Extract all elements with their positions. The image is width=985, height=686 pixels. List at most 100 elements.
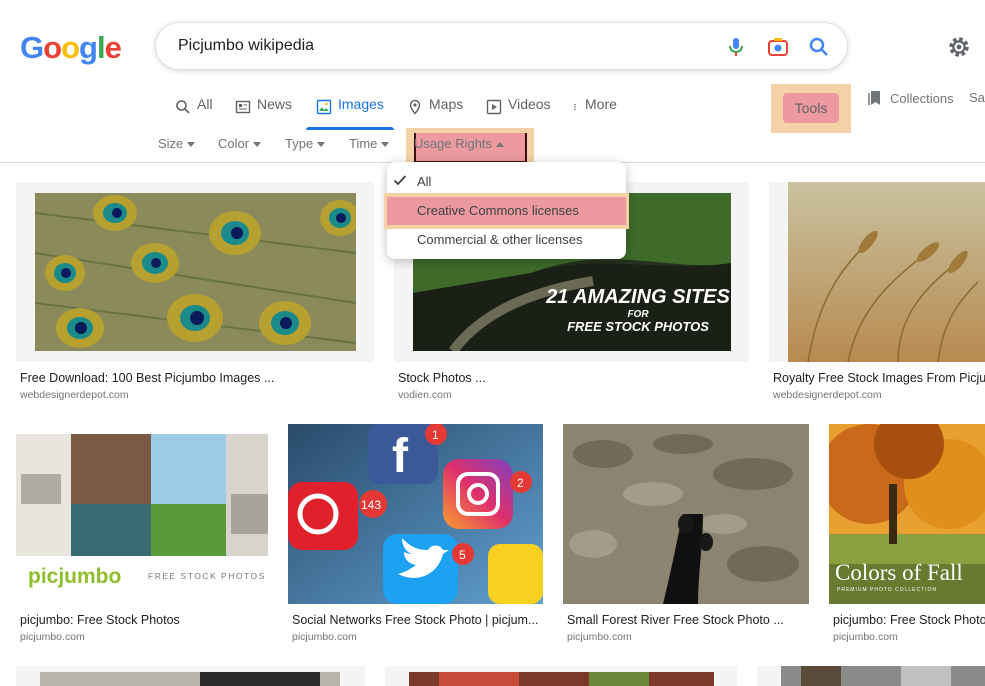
result-image-partial <box>781 666 985 686</box>
image-result[interactable] <box>16 666 365 686</box>
result-title[interactable]: Royalty Free Stock Images From Picjum <box>773 371 985 385</box>
search-icon[interactable] <box>807 35 831 59</box>
saved-link[interactable]: Sa <box>969 90 985 105</box>
filter-label: Usage Rights <box>414 136 493 151</box>
result-source[interactable]: webdesignerdepot.com <box>773 389 882 401</box>
play-icon <box>486 99 502 115</box>
filter-type[interactable]: Type <box>285 136 326 151</box>
result-source[interactable]: picjumbo.com <box>20 631 85 643</box>
filter-label: Color <box>218 136 250 151</box>
result-source[interactable]: picjumbo.com <box>833 631 898 643</box>
bookmark-icon <box>868 91 880 105</box>
overlay-text: picjumbo <box>28 565 121 588</box>
image-result[interactable] <box>563 424 809 604</box>
dropdown-option-commercial[interactable]: Commercial & other licenses <box>417 232 582 247</box>
collections-link[interactable]: Collections <box>868 90 954 106</box>
overlay-text: FREE STOCK PHOTOS <box>567 319 709 334</box>
tab-more[interactable]: More <box>571 96 617 130</box>
filter-label: Type <box>285 136 314 151</box>
image-result[interactable]: f 1 143 2 5 <box>288 424 543 604</box>
result-title[interactable]: Stock Photos ... <box>398 371 748 385</box>
image-result[interactable]: picjumbo FREE STOCK PHOTOS <box>16 424 268 604</box>
picjumbo-collage-image <box>16 434 268 556</box>
logo-letter: e <box>104 30 122 65</box>
tab-maps[interactable]: Maps <box>407 96 463 130</box>
svg-text:1: 1 <box>432 428 439 442</box>
picjumbo-banner: picjumbo FREE STOCK PHOTOS <box>16 556 268 604</box>
wheat-field-image <box>788 182 985 362</box>
filter-time[interactable]: Time <box>349 136 390 151</box>
tab-label: News <box>257 96 293 112</box>
peacock-feathers-image <box>35 193 356 351</box>
image-result[interactable] <box>385 666 737 686</box>
image-result[interactable] <box>16 182 374 362</box>
map-pin-icon <box>409 99 421 115</box>
checkmark-icon <box>393 175 407 186</box>
result-title[interactable]: Small Forest River Free Stock Photo ... <box>567 613 807 627</box>
filter-label: Size <box>158 136 184 151</box>
search-input[interactable]: Picjumbo wikipedia <box>178 37 314 55</box>
result-source[interactable]: picjumbo.com <box>567 631 632 643</box>
tab-label: Maps <box>429 96 464 112</box>
image-result[interactable] <box>757 666 985 686</box>
result-title[interactable]: picjumbo: Free Stock Photo <box>833 613 985 627</box>
result-image-partial <box>40 672 340 686</box>
filter-size[interactable]: Size <box>158 136 196 151</box>
result-title[interactable]: Free Download: 100 Best Picjumbo Images … <box>20 371 370 385</box>
filter-usage-rights[interactable]: Usage Rights <box>414 136 505 151</box>
image-result[interactable]: Colors of Fall PREMIUM PHOTO COLLECTION <box>829 424 985 604</box>
tools-button[interactable]: Tools <box>783 93 839 123</box>
caret-up-icon <box>496 142 505 148</box>
usage-rights-dropdown: All Creative Commons licenses Commercial… <box>384 162 629 259</box>
tab-all[interactable]: All <box>175 96 213 130</box>
camera-lens-icon[interactable] <box>766 35 790 59</box>
tab-news[interactable]: News <box>235 96 292 130</box>
logo-letter: l <box>96 30 106 65</box>
svg-text:5: 5 <box>459 548 466 562</box>
result-source[interactable]: picjumbo.com <box>292 631 357 643</box>
result-source[interactable]: webdesignerdepot.com <box>20 389 129 401</box>
gear-icon[interactable] <box>946 34 972 60</box>
filter-label: Time <box>349 136 378 151</box>
google-logo[interactable]: Google <box>20 30 122 66</box>
news-icon <box>235 100 251 114</box>
forest-river-image <box>563 424 809 604</box>
result-title[interactable]: picjumbo: Free Stock Photos <box>20 613 268 627</box>
caret-down-icon <box>317 142 326 148</box>
more-vert-icon <box>574 103 576 111</box>
svg-text:143: 143 <box>361 498 381 512</box>
svg-text:f: f <box>392 430 409 483</box>
result-title[interactable]: Social Networks Free Stock Photo | picju… <box>292 613 542 627</box>
dropdown-option-all[interactable]: All <box>417 174 431 189</box>
filter-color[interactable]: Color <box>218 136 262 151</box>
overlay-text: FREE STOCK PHOTOS <box>148 571 266 581</box>
image-icon <box>316 99 332 115</box>
search-icon <box>176 100 190 114</box>
logo-letter: G <box>20 30 44 65</box>
social-networks-image: f 1 143 2 5 <box>288 424 543 604</box>
tab-label: Videos <box>508 96 551 112</box>
microphone-icon[interactable] <box>724 35 748 59</box>
logo-letter: o <box>43 30 62 65</box>
tab-label: All <box>197 96 213 112</box>
search-box[interactable]: Picjumbo wikipedia <box>155 22 848 70</box>
caret-down-icon <box>253 142 262 148</box>
tab-videos[interactable]: Videos <box>486 96 551 130</box>
result-source[interactable]: vodien.com <box>398 389 452 401</box>
colors-of-fall-image: Colors of Fall PREMIUM PHOTO COLLECTION <box>829 424 985 604</box>
tab-label: More <box>585 96 617 112</box>
svg-text:2: 2 <box>517 476 524 490</box>
tab-images[interactable]: Images <box>306 96 394 130</box>
image-result[interactable] <box>769 182 985 362</box>
logo-letter: g <box>79 30 98 65</box>
overlay-text: 21 AMAZING SITES <box>545 286 730 308</box>
dropdown-option-creative-commons[interactable]: Creative Commons licenses <box>417 203 579 218</box>
logo-letter: o <box>61 30 80 65</box>
overlay-text: Colors of Fall <box>835 560 963 585</box>
caret-down-icon <box>187 142 196 148</box>
result-image-partial <box>409 672 714 686</box>
caret-down-icon <box>381 142 390 148</box>
tab-label: Images <box>338 96 384 112</box>
collections-label: Collections <box>890 90 954 106</box>
overlay-text: PREMIUM PHOTO COLLECTION <box>837 587 937 593</box>
